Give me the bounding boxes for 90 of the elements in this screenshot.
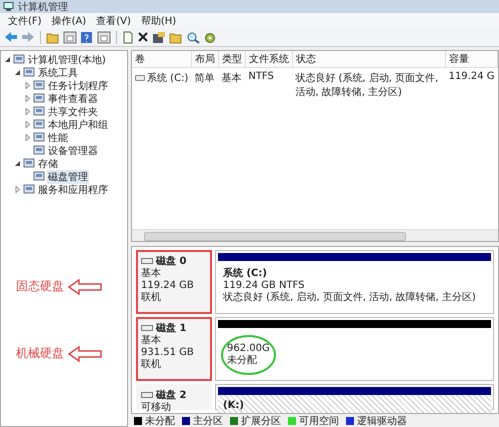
disk-detail: 联机 (141, 292, 162, 304)
column-header[interactable]: 文件系统 (245, 51, 292, 68)
menu-item[interactable]: 操作(A) (52, 14, 86, 28)
table-cell: 简单 (191, 68, 218, 102)
collapsed-triangle-icon[interactable] (13, 186, 21, 193)
table-cell: 119.24 G (446, 68, 498, 102)
tree-item[interactable]: 计算机管理(本地) (27, 52, 107, 66)
tree-node-icon (23, 184, 35, 195)
drive-icon (135, 75, 145, 81)
tree-node-icon (33, 93, 45, 104)
collapsed-triangle-icon[interactable] (23, 121, 31, 128)
tree-node-icon (33, 106, 45, 117)
disk-detail: 联机 (141, 359, 162, 371)
gear-icon[interactable] (203, 30, 217, 44)
disk-detail: 基本 (141, 268, 162, 280)
tree-item[interactable]: 磁盘管理 (47, 170, 89, 184)
tree-item[interactable]: 系统工具 (37, 66, 79, 80)
horizontal-scrollbar[interactable] (132, 229, 498, 241)
partition-title: (K:) (223, 400, 244, 411)
expanded-triangle-icon[interactable] (13, 69, 21, 76)
expanded-triangle-icon[interactable] (13, 160, 21, 167)
disk-detail: 基本 (141, 335, 162, 347)
column-header[interactable]: 类型 (218, 51, 246, 68)
partition-block[interactable]: (K:) (215, 384, 494, 410)
table-cell: 系统 (C:) (132, 68, 192, 88)
help-icon[interactable] (80, 30, 94, 44)
folder-icon[interactable] (169, 30, 183, 44)
left-arrow-icon (68, 346, 102, 362)
left-arrow-icon (68, 278, 102, 294)
column-header[interactable]: 卷 (132, 51, 192, 68)
legend-label: 可用空间 (299, 414, 339, 427)
collapsed-triangle-icon[interactable] (23, 134, 31, 141)
disk-detail: 119.24 GB (141, 280, 195, 292)
menu-item[interactable]: 帮助(H) (140, 14, 176, 28)
legend-label: 扩展分区 (241, 414, 281, 427)
tree-item[interactable]: 事件查看器 (47, 92, 99, 106)
table-cell: 状态良好 (系统, 启动, 页面文件, 活动, 故障转储, 主分区) (292, 68, 446, 102)
window-title: 计算机管理 (18, 0, 68, 14)
properties-icon[interactable] (152, 30, 166, 44)
partition-detail: 未分配 (227, 355, 258, 367)
legend-label: 未分配 (145, 414, 175, 427)
tree-item[interactable]: 任务计划程序 (47, 78, 109, 92)
tree-node-icon (33, 119, 45, 130)
back-arrow-icon[interactable] (4, 31, 18, 43)
partition-detail: 962.00G (227, 343, 270, 354)
partition-block[interactable]: 962.00G 未分配 (215, 317, 494, 381)
computer-icon (3, 2, 14, 12)
disk-detail: 可移动 (141, 402, 172, 413)
panel-icon[interactable] (63, 30, 77, 44)
legend-label: 主分区 (193, 414, 223, 427)
disk-name: 磁盘 2 (156, 388, 186, 402)
search-icon[interactable] (186, 30, 200, 44)
menu-item[interactable]: 查看(V) (96, 14, 131, 28)
table-cell: 基本 (218, 68, 246, 102)
disk-name: 磁盘 1 (156, 322, 186, 334)
partition-detail: 119.24 GB NTFS (223, 280, 306, 292)
folder-icon[interactable] (46, 30, 60, 44)
tree-node-icon (23, 67, 35, 78)
tree-item[interactable]: 本地用户和组 (47, 118, 109, 132)
disk-name: 磁盘 0 (156, 254, 186, 268)
menu-item[interactable]: 文件(F) (8, 14, 42, 28)
partition-detail: 状态良好 (系统, 启动, 页面文件, 活动, 故障转储, 主分区) (223, 292, 476, 304)
tree-item[interactable]: 共享文件夹 (47, 104, 99, 118)
collapsed-triangle-icon[interactable] (23, 95, 31, 102)
table-cell: NTFS (245, 68, 292, 102)
tree-node-icon (33, 171, 45, 182)
column-header[interactable]: 容量 (446, 51, 498, 68)
tree-node-icon (23, 158, 35, 169)
tree-item[interactable]: 服务和应用程序 (37, 182, 109, 196)
annotation-label: 机械硬盘 (16, 345, 64, 362)
partition-block[interactable]: 系统 (C:) 119.24 GB NTFS 状态良好 (系统, 启动, 页面文件, 活动, 故障转储, 主分区) (215, 250, 494, 314)
collapsed-triangle-icon[interactable] (23, 108, 31, 115)
tree-node-icon (33, 145, 45, 156)
disk-detail: 931.51 GB (141, 347, 195, 358)
tree-item[interactable]: 存储 (37, 156, 59, 170)
column-header[interactable]: 布局 (191, 51, 218, 68)
tree-node-icon (33, 80, 45, 91)
annotation-label: 固态硬盘 (16, 278, 64, 295)
column-header[interactable]: 状态 (292, 51, 446, 68)
expanded-triangle-icon[interactable] (3, 56, 11, 63)
legend-label: 逻辑驱动器 (357, 414, 407, 427)
partition-title: 系统 (C:) (223, 266, 268, 280)
tree-node-icon (33, 132, 45, 143)
panel-icon[interactable] (97, 30, 111, 44)
collapsed-triangle-icon[interactable] (23, 82, 31, 89)
tree-node-icon (13, 54, 25, 65)
delete-icon[interactable] (137, 31, 149, 43)
tree-item[interactable]: 性能 (47, 130, 69, 144)
tree-item[interactable]: 设备管理器 (47, 144, 99, 158)
document-icon[interactable] (122, 30, 134, 44)
